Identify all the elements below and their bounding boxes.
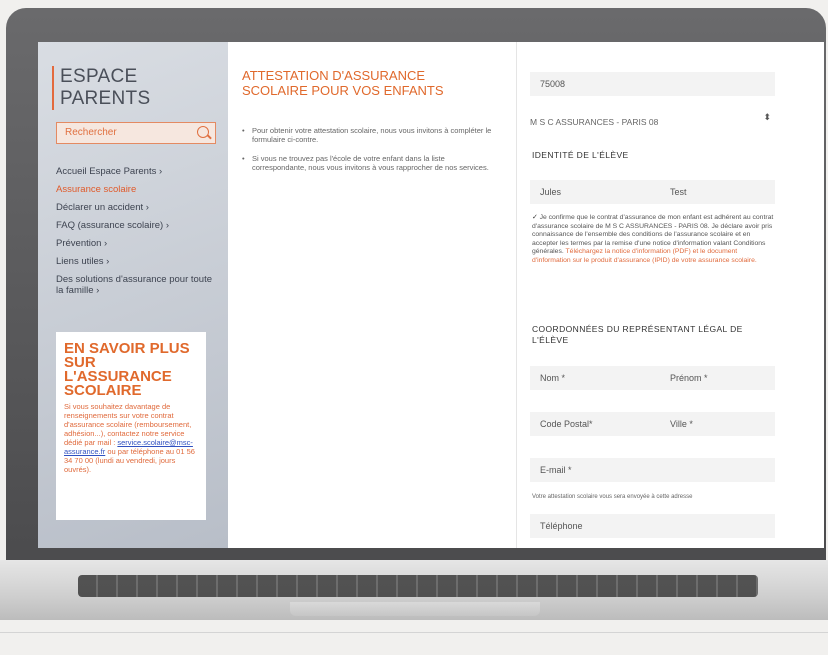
address-row: Code Postal* Ville * xyxy=(530,412,775,436)
laptop-screen: ESPACE PARENTS Rechercher Accueil Espace… xyxy=(38,42,824,548)
telephone-field[interactable]: Téléphone xyxy=(530,514,775,538)
search-placeholder: Rechercher xyxy=(65,127,117,138)
page-title: ATTESTATION D'ASSURANCE SCOLAIRE POUR VO… xyxy=(242,68,444,98)
nav-item-assurance-scolaire[interactable]: Assurance scolaire xyxy=(56,184,216,195)
info-box-text: Si vous souhaitez davantage de renseigne… xyxy=(64,402,198,474)
nav-item-faq[interactable]: FAQ (assurance scolaire) › xyxy=(56,220,216,231)
sidebar-nav: Accueil Espace Parents › Assurance scola… xyxy=(56,166,216,303)
agency-select[interactable]: M S C ASSURANCES - PARIS 08 ⬍ xyxy=(530,112,775,130)
postal-code-field[interactable]: 75008 xyxy=(530,72,775,96)
email-field[interactable]: E-mail * xyxy=(530,458,775,482)
agency-select-value: M S C ASSURANCES - PARIS 08 xyxy=(530,117,659,127)
nav-item-prevention[interactable]: Prévention › xyxy=(56,238,216,249)
last-name-field[interactable]: Test xyxy=(670,187,687,197)
prenom-field[interactable]: Prénom * xyxy=(670,373,708,383)
info-box-title: EN SAVOIR PLUS SUR L'ASSURANCE SCOLAIRE xyxy=(64,340,190,399)
sidebar: ESPACE PARENTS Rechercher Accueil Espace… xyxy=(38,42,228,548)
select-arrows-icon: ⬍ xyxy=(763,112,771,122)
search-input[interactable]: Rechercher xyxy=(56,122,216,144)
column-divider xyxy=(516,42,517,548)
representative-name-row: Nom * Prénom * xyxy=(530,366,775,390)
email-note: Votre attestation scolaire vous sera env… xyxy=(532,494,693,500)
nav-item-liens-utiles[interactable]: Liens utiles › xyxy=(56,256,216,267)
postal-code-value: 75008 xyxy=(540,79,566,89)
representative-heading: COORDONNÉES DU REPRÉSENTANT LÉGAL DE L'É… xyxy=(532,324,743,345)
first-name-field[interactable]: Jules xyxy=(540,187,561,197)
student-name-row: Jules Test xyxy=(530,180,775,204)
nav-item-accueil[interactable]: Accueil Espace Parents › xyxy=(56,166,216,177)
laptop-keyboard xyxy=(78,575,758,597)
nav-item-solutions-famille[interactable]: Des solutions d'assurance pour toute la … xyxy=(56,274,216,296)
table-edge xyxy=(0,632,828,633)
info-box: EN SAVOIR PLUS SUR L'ASSURANCE SCOLAIRE … xyxy=(56,332,206,520)
nom-field[interactable]: Nom * xyxy=(540,373,565,383)
code-postal-field[interactable]: Code Postal* xyxy=(540,419,593,429)
search-icon[interactable] xyxy=(197,126,209,138)
laptop-trackpad xyxy=(290,602,540,616)
telephone-label: Téléphone xyxy=(540,521,583,531)
nav-item-declarer-accident[interactable]: Déclarer un accident › xyxy=(56,202,216,213)
consent-checkbox-block[interactable]: ✓ Je confirme que le contrat d'assurance… xyxy=(532,214,777,265)
ville-field[interactable]: Ville * xyxy=(670,419,693,429)
main-content: ATTESTATION D'ASSURANCE SCOLAIRE POUR VO… xyxy=(228,42,513,548)
instruction-item: Pour obtenir votre attestation scolaire,… xyxy=(242,126,497,144)
identity-heading: IDENTITÉ DE L'ÉLÈVE xyxy=(532,150,629,160)
instruction-item: Si vous ne trouvez pas l'école de votre … xyxy=(242,154,497,172)
attestation-form: 75008 M S C ASSURANCES - PARIS 08 ⬍ IDEN… xyxy=(518,42,824,548)
email-label: E-mail * xyxy=(540,465,572,475)
instructions-list: Pour obtenir votre attestation scolaire,… xyxy=(242,126,497,182)
site-logo[interactable]: ESPACE PARENTS xyxy=(52,66,228,110)
consent-link[interactable]: Téléchargez la notice d'information (PDF… xyxy=(532,248,757,264)
checkbox-check-icon[interactable]: ✓ xyxy=(532,214,538,221)
